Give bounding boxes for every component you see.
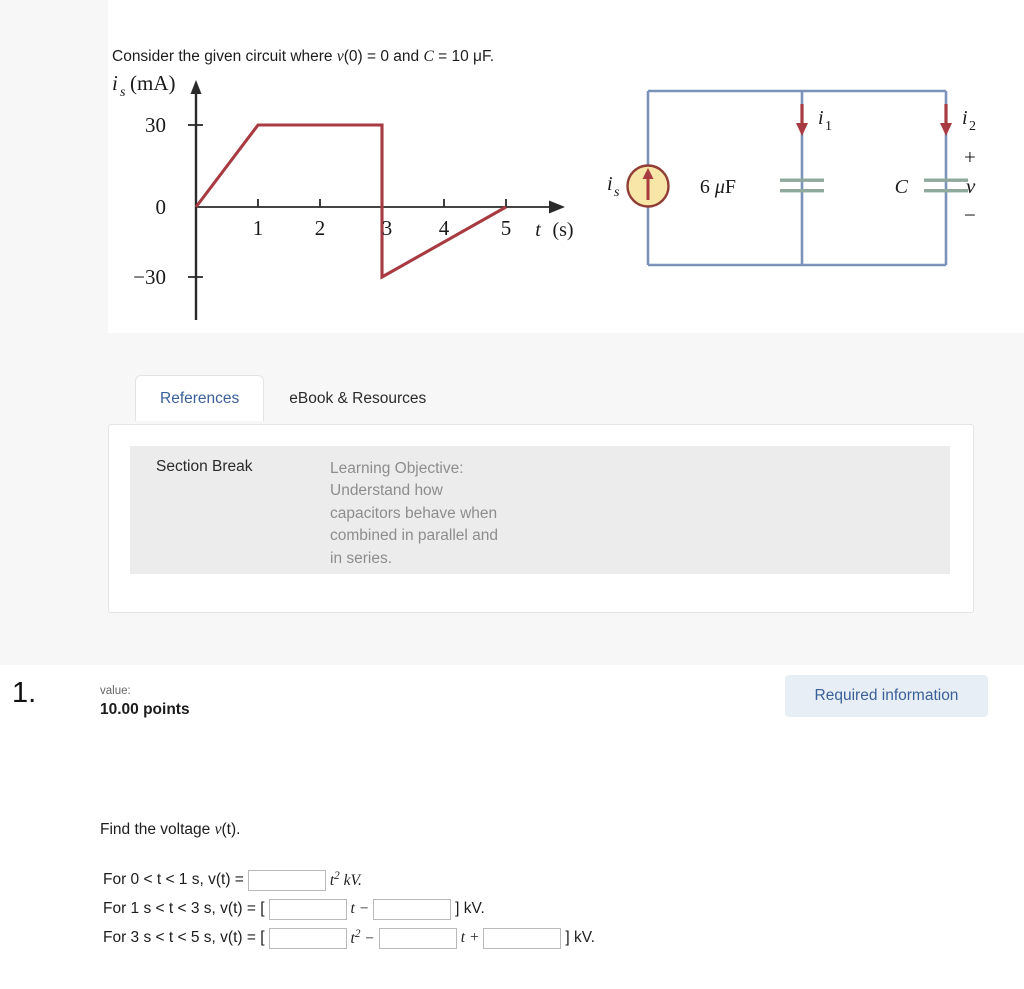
capacitor-c-plate-bottom: [924, 189, 968, 193]
tabstrip: References eBook & Resources: [135, 375, 451, 421]
prompt-prefix: Consider the given circuit where: [112, 48, 337, 65]
figure-wrapper: i s (mA) 30 0 −30 1 2 3 4 5 t (s) i s 6 …: [108, 72, 1024, 322]
prompt-mid: (0) = 0 and: [343, 48, 424, 65]
required-information-button[interactable]: Required information: [785, 675, 988, 717]
tabs-region: References eBook & Resources Section Bre…: [108, 333, 1024, 665]
current-source-label-subscript: s: [614, 185, 620, 200]
answer-input-1a[interactable]: [247, 869, 326, 891]
answer-input-2b[interactable]: [373, 898, 452, 920]
answer-row-3-prefix: For 3 s < t < 5 s, v(t) = [: [103, 929, 265, 946]
question-number: 1.: [12, 677, 37, 709]
answer-row-2: For 1 s < t < 3 s, v(t) = [ t − ] kV.: [100, 896, 488, 922]
answer-input-3b[interactable]: [378, 927, 457, 949]
answer-row-3: For 3 s < t < 5 s, v(t) = [ t2 − t + ] k…: [100, 925, 598, 951]
current-i1-label-symbol: i: [818, 107, 824, 129]
tab-ebook-resources[interactable]: eBook & Resources: [264, 375, 451, 421]
x-axis-title-symbol: t: [535, 219, 541, 241]
x-tick-label-3: 3: [382, 216, 393, 240]
capacitor-6uf-label: 6 μF: [700, 176, 736, 198]
instruction-suffix: (t).: [221, 821, 241, 838]
answer-input-3c[interactable]: [483, 927, 562, 949]
current-i2-label-symbol: i: [962, 107, 968, 129]
polarity-plus-sign: +: [964, 145, 976, 169]
required-information-label: Required information: [814, 687, 959, 704]
current-i1-label-subscript: 1: [825, 119, 832, 134]
voltage-v-label: v: [966, 174, 976, 198]
answer-row-1: For 0 < t < 1 s, v(t) = t2 kV.: [100, 867, 365, 893]
prompt-c-symbol: C: [423, 48, 434, 65]
answer-row-1-prefix: For 0 < t < 1 s, v(t) =: [103, 871, 244, 888]
prompt-suffix: = 10 μF.: [433, 48, 494, 65]
question-points: 10.00 points: [100, 701, 190, 718]
current-i2-arrowhead: [940, 123, 952, 136]
current-i1-arrowhead: [796, 123, 808, 136]
references-panel: Section Break Learning Objective: Unders…: [108, 424, 974, 613]
y-axis-arrowhead: [190, 80, 202, 94]
learning-objective-text: Learning Objective: Understand how capac…: [330, 460, 499, 567]
current-source-label-symbol: i: [607, 173, 613, 195]
tab-references[interactable]: References: [135, 375, 265, 421]
figure-svg: i s (mA) 30 0 −30 1 2 3 4 5 t (s) i s 6 …: [112, 72, 976, 320]
section-break-title: Section Break: [156, 458, 253, 475]
stimulus-prompt: Consider the given circuit where v(0) = …: [112, 48, 494, 66]
answer-input-2a[interactable]: [268, 898, 347, 920]
y-axis-title-symbol: i: [112, 72, 118, 95]
circuit-schematic: i s 6 μF i 1 C i 2 + v −: [607, 89, 976, 267]
answer-row-2-tail: ] kV.: [455, 900, 485, 917]
answer-row-3-mid2: t +: [460, 929, 480, 946]
y-tick-label-30: 30: [145, 113, 166, 137]
x-axis-title-unit: (s): [552, 219, 573, 241]
instruction-prefix: Find the voltage: [100, 821, 215, 838]
capacitor-c-plate-top: [924, 178, 968, 182]
y-tick-label-0: 0: [156, 195, 167, 219]
x-tick-label-4: 4: [439, 216, 450, 240]
y-tick-label-minus30: −30: [133, 265, 166, 289]
answer-row-2-prefix: For 1 s < t < 3 s, v(t) = [: [103, 900, 265, 917]
answer-row-3-tail: ] kV.: [565, 929, 595, 946]
section-break-box: Section Break Learning Objective: Unders…: [130, 446, 950, 574]
prompt-v-symbol: v: [336, 48, 344, 65]
waveform-series-is: [194, 123, 507, 280]
tab-references-label: References: [160, 390, 240, 407]
y-axis-title-unit: (mA): [130, 72, 176, 95]
current-i2-label-subscript: 2: [969, 119, 976, 134]
x-tick-label-1: 1: [253, 216, 264, 240]
answer-row-2-mid: t −: [350, 900, 370, 917]
x-axis-arrowhead: [549, 200, 565, 214]
question-instruction: Find the voltage v(t).: [100, 821, 240, 839]
tab-ebook-resources-label: eBook & Resources: [289, 390, 427, 407]
waveform-plot: i s (mA) 30 0 −30 1 2 3 4 5 t (s): [112, 72, 574, 320]
answer-row-1-tail: t2 kV.: [329, 869, 362, 890]
stimulus-panel: Consider the given circuit where v(0) = …: [108, 0, 1024, 333]
answer-row-3-mid1: t2 −: [350, 927, 375, 948]
answer-area: Find the voltage v(t). For 0 < t < 1 s, …: [0, 731, 1024, 989]
answer-input-3a[interactable]: [268, 927, 347, 949]
polarity-minus-sign: −: [964, 203, 976, 227]
x-tick-label-5: 5: [501, 216, 512, 240]
instruction-v-symbol: v: [214, 821, 222, 838]
capacitor-6uf-symbol: [780, 178, 824, 193]
capacitor-c-label: C: [895, 176, 909, 198]
y-axis-title-subscript: s: [120, 85, 126, 100]
x-tick-label-2: 2: [315, 216, 326, 240]
question-value-label: value:: [100, 685, 131, 697]
